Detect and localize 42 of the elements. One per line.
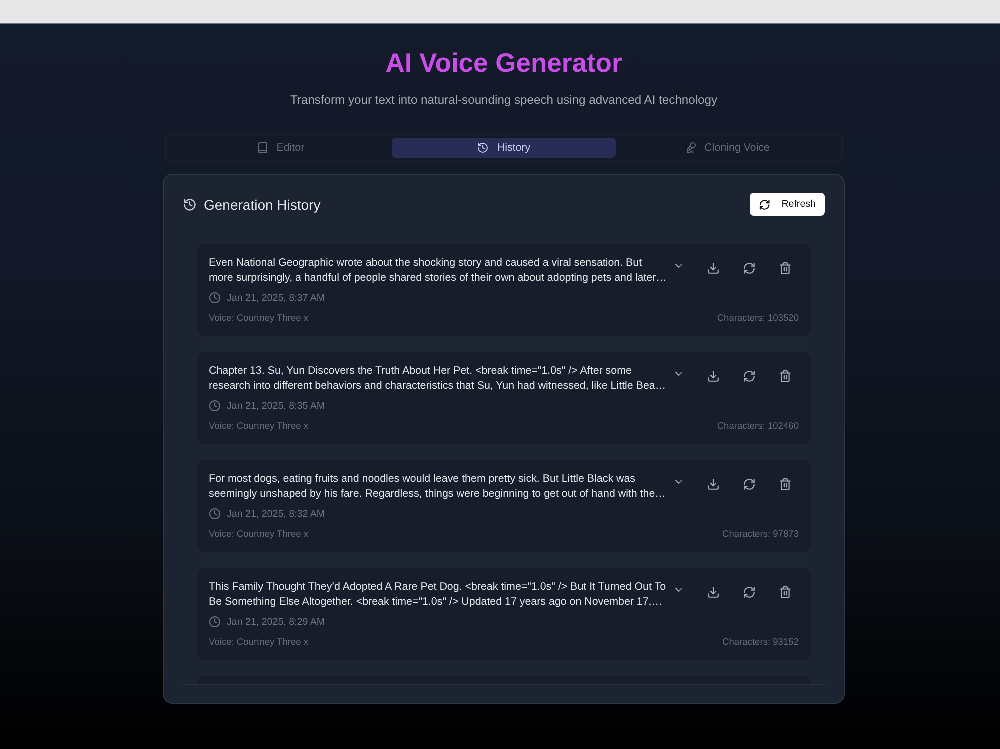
refresh-icon <box>742 370 756 382</box>
download-icon <box>706 370 720 382</box>
history-item-text: Chapter 13. Su, Yun Discovers the Truth About Her Pet. <break time="1.0s" /> After some research into different behaviors and characteristics that Su, Yun had witnessed, like Little Bea… <box>209 364 668 394</box>
app-subtitle: Transform your text into natural-sounding speech using advanced AI technology <box>290 92 718 108</box>
timestamp: Jan 21, 2025, 8:32 AM <box>227 508 326 520</box>
trash-icon <box>778 262 792 274</box>
refresh-icon <box>742 586 756 598</box>
history-item-text: For most dogs, eating fruits and noodles would leave them pretty sick. But Little Black was seemingly unshaped by his fare. Regardless, things were beginning to get out of hand with the… <box>209 472 667 502</box>
character-count: Characters: 97873 <box>722 528 799 540</box>
character-count: Characters: 102460 <box>717 420 799 432</box>
history-icon <box>183 198 197 212</box>
app-title: AI Voice Generator <box>386 47 622 79</box>
history-item-text: Even National Geographic wrote about the shocking story and caused a viral sensation. But more surprisingly, a handful of people shared stories of their own about adopting pets and later… <box>209 256 668 286</box>
microphone-icon <box>684 142 697 154</box>
book-icon <box>256 142 269 154</box>
character-count: Characters: 93152 <box>722 636 799 648</box>
voice-label: Voice: Courtney Three x <box>209 636 309 648</box>
download-icon <box>706 586 720 598</box>
trash-icon <box>778 370 792 382</box>
clock-icon <box>209 508 221 520</box>
timestamp: Jan 21, 2025, 8:29 AM <box>227 616 326 628</box>
character-count: Characters: 103520 <box>717 312 799 324</box>
timestamp: Jan 21, 2025, 8:35 AM <box>227 400 326 412</box>
refresh-icon <box>742 262 756 274</box>
refresh-icon <box>742 478 756 490</box>
history-item-text: This Family Thought They’d Adopted A Rare Pet Dog. <break time="1.0s" /> But It Turned Out To Be Something Else Altogether. <break time="1.0s" /> Updated 17 years ago on November 17,… <box>209 580 668 610</box>
voice-label: Voice: Courtney Three x <box>209 312 309 324</box>
clock-icon <box>209 400 221 412</box>
download-icon <box>706 478 720 490</box>
section-title: Generation History <box>204 196 321 212</box>
refresh-icon <box>759 198 771 210</box>
timestamp: Jan 21, 2025, 8:37 AM <box>227 292 326 304</box>
clock-icon <box>209 616 221 628</box>
download-icon <box>706 262 720 274</box>
voice-label: Voice: Courtney Three x <box>209 528 309 540</box>
trash-icon <box>778 586 792 598</box>
trash-icon <box>778 478 792 490</box>
history-icon <box>477 142 490 154</box>
tab[interactable]: History <box>392 138 616 158</box>
refresh-button[interactable]: Refresh <box>750 193 825 216</box>
clock-icon <box>209 292 221 304</box>
voice-label: Voice: Courtney Three x <box>209 420 309 432</box>
